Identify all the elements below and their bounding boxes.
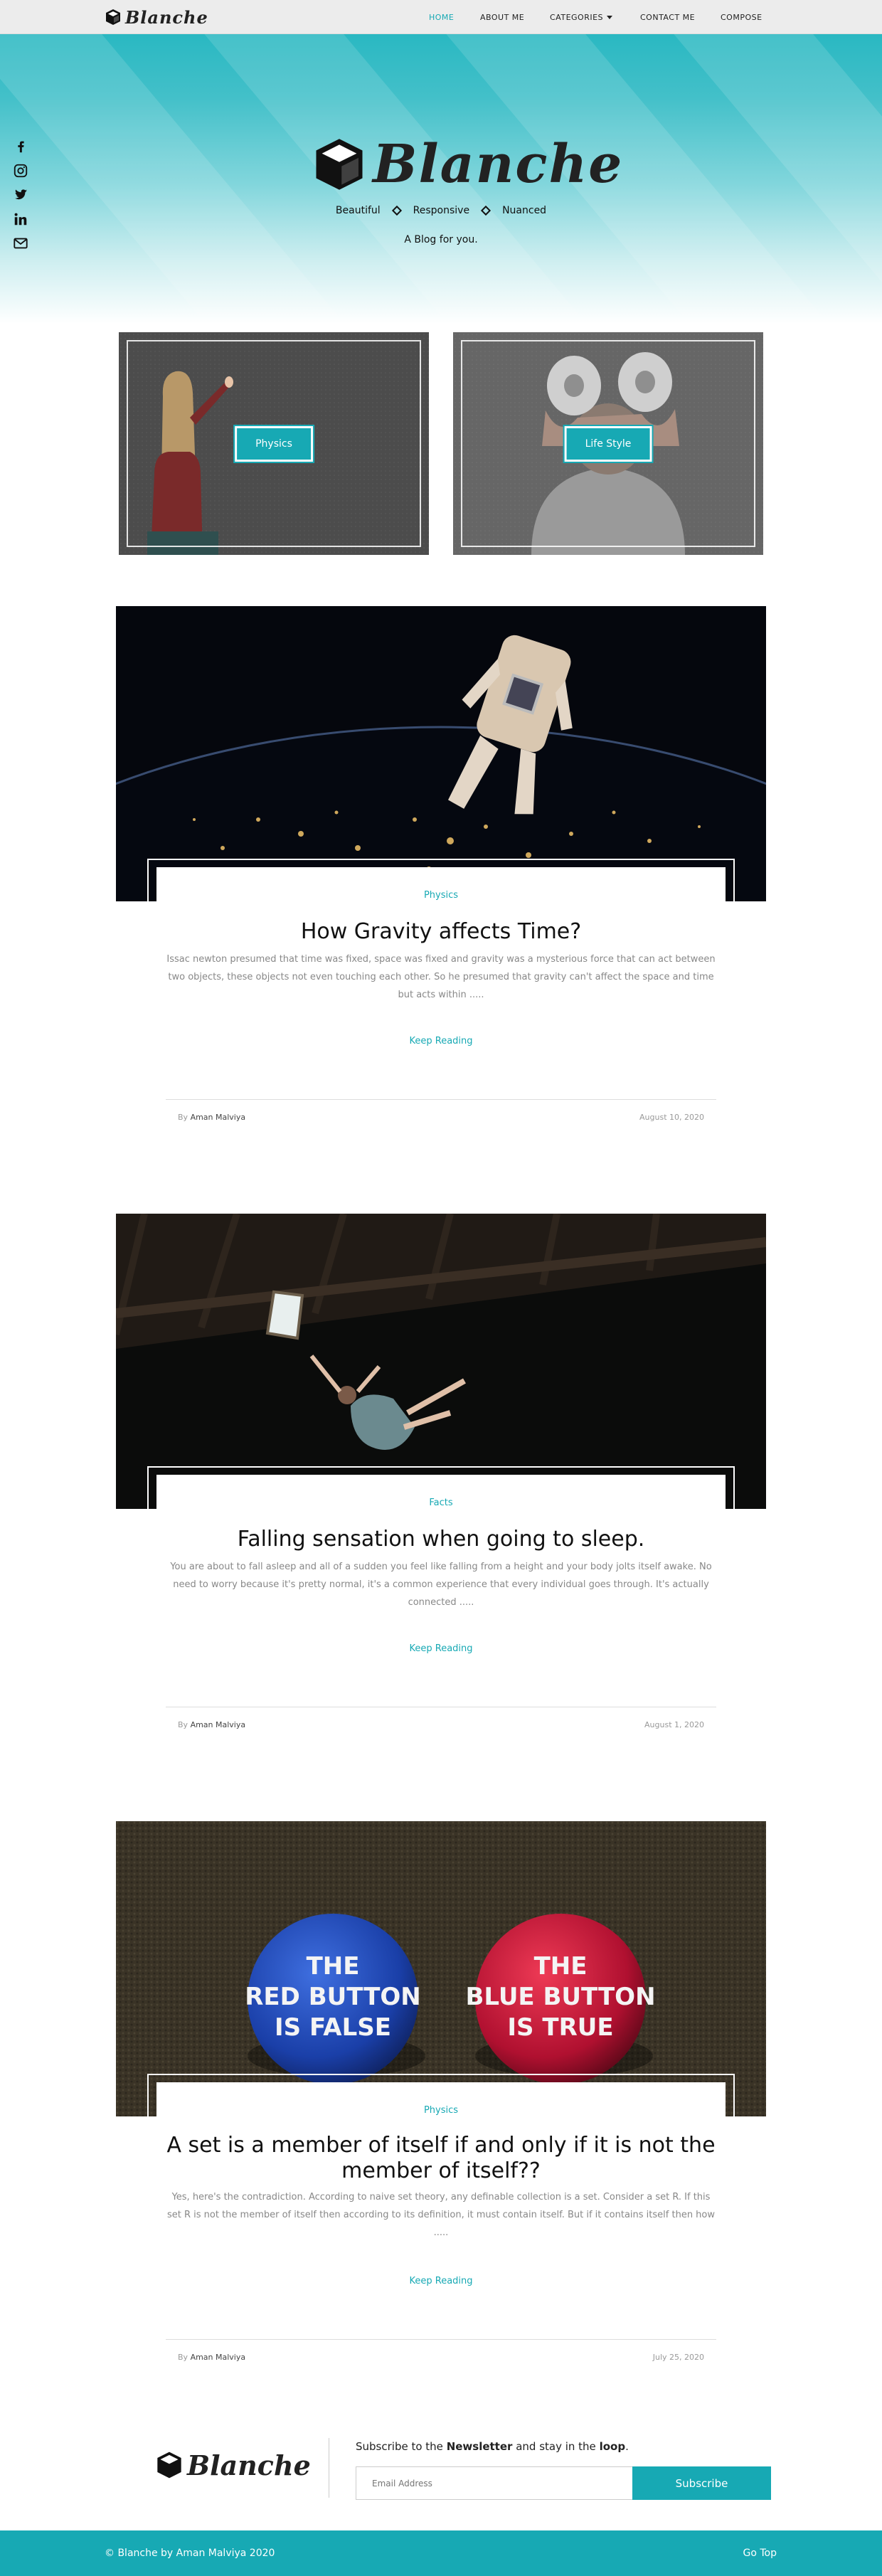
footer-bar: © Blanche by Aman Malviya 2020 Go Top [0, 2530, 882, 2576]
button-text: BLUE BUTTON [465, 1983, 655, 2011]
post-title[interactable]: A set is a member of itself if and only … [156, 2133, 726, 2184]
category-button-lifestyle[interactable]: Life Style [563, 424, 654, 463]
hero-title: Blanche [373, 134, 624, 195]
email-input[interactable] [356, 2466, 633, 2500]
keep-reading-link[interactable]: Keep Reading [370, 1643, 512, 1654]
post-author-prefix: By [178, 1113, 188, 1122]
newsletter-text: Subscribe to the Newsletter and stay in … [356, 2440, 629, 2453]
category-card-physics[interactable]: Physics [119, 332, 429, 555]
button-text: IS TRUE [507, 2013, 613, 2042]
cube-icon [157, 2452, 181, 2479]
footer-logo[interactable]: Blanche [155, 2449, 311, 2481]
post-author-name[interactable]: Aman Malviya [191, 1113, 246, 1122]
post-author: By Aman Malviya [178, 1113, 245, 1122]
facebook-icon[interactable] [13, 139, 28, 154]
cube-icon [316, 139, 363, 190]
brand-logo[interactable]: Blanche [105, 6, 208, 28]
hero-tag: Beautiful [335, 205, 381, 216]
post-author: By Aman Malviya [178, 2353, 245, 2362]
post-category[interactable]: Facts [156, 1498, 726, 1508]
twitter-icon[interactable] [13, 187, 28, 203]
category-button-physics[interactable]: Physics [233, 424, 314, 463]
buttons-image: THE RED BUTTON IS FALSE THE BLUE BUTTON … [116, 1821, 766, 2116]
nav-about[interactable]: ABOUT ME [480, 0, 524, 34]
post-excerpt: You are about to fall asleep and all of … [170, 1562, 712, 1608]
post-author-prefix: By [178, 1720, 188, 1729]
caret-down-icon [607, 15, 613, 19]
hero-tags: Beautiful Responsive Nuanced [327, 205, 555, 216]
button-text: RED BUTTON [245, 1983, 421, 2011]
newsletter-text-bold: Newsletter [446, 2440, 513, 2453]
category-card-lifestyle[interactable]: Life Style [453, 332, 763, 555]
post-author: By Aman Malviya [178, 1720, 245, 1729]
post-category[interactable]: Physics [156, 890, 726, 901]
post-image[interactable]: THE RED BUTTON IS FALSE THE BLUE BUTTON … [116, 1821, 766, 2116]
post-title[interactable]: Falling sensation when going to sleep. [156, 1527, 726, 1552]
brand-name: Blanche [125, 6, 208, 28]
newsletter-text-end: . [625, 2440, 629, 2453]
cube-icon [106, 9, 120, 25]
go-top-link[interactable]: Go Top [743, 2548, 777, 2559]
post-image[interactable] [116, 1214, 766, 1509]
newsletter-text-pre: Subscribe to the [356, 2440, 447, 2453]
nav-contact[interactable]: CONTACT ME [640, 0, 695, 34]
post-date: August 10, 2020 [639, 1113, 704, 1122]
instagram-icon[interactable] [13, 163, 28, 179]
hero-tagline: A Blog for you. [404, 234, 478, 245]
newsletter-text-bold2: loop [599, 2440, 626, 2453]
nav-home[interactable]: HOME [429, 0, 454, 34]
footer-logo-text: Blanche [187, 2449, 311, 2481]
post-excerpt: Yes, here's the contradiction. According… [166, 2192, 716, 2238]
nav-categories[interactable]: CATEGORIES [550, 0, 613, 34]
copyright: © Blanche by Aman Malviya 2020 [105, 2548, 275, 2559]
post-image[interactable] [116, 606, 766, 901]
keep-reading-link[interactable]: Keep Reading [370, 1036, 512, 1046]
post-date: July 25, 2020 [652, 2353, 704, 2362]
post-author-name[interactable]: Aman Malviya [191, 2353, 246, 2362]
navbar: Blanche HOME ABOUT ME CATEGORIES CONTACT… [0, 0, 882, 34]
post-category[interactable]: Physics [156, 2105, 726, 2116]
post-divider [166, 1099, 716, 1100]
nav-compose[interactable]: COMPOSE [721, 0, 763, 34]
hero-tag: Nuanced [502, 205, 547, 216]
linkedin-icon[interactable] [13, 211, 28, 227]
newsletter-text-mid: and stay in the [512, 2440, 600, 2453]
attic-falling-image [116, 1214, 766, 1509]
diamond-icon [391, 205, 402, 216]
post-excerpt: Issac newton presumed that time was fixe… [166, 954, 716, 1000]
subscribe-button[interactable]: Subscribe [632, 2466, 771, 2500]
post-date: August 1, 2020 [644, 1720, 704, 1729]
button-text: THE [534, 1952, 588, 1981]
nav-categories-label: CATEGORIES [550, 12, 604, 22]
post-divider [166, 2339, 716, 2340]
diamond-icon [481, 205, 492, 216]
hero-logo: Blanche [312, 134, 624, 195]
post-author-name[interactable]: Aman Malviya [191, 1720, 246, 1729]
button-text: IS FALSE [275, 2013, 391, 2042]
button-text: THE [307, 1952, 360, 1981]
hero-tag: Responsive [413, 205, 470, 216]
mail-icon[interactable] [13, 235, 28, 251]
earth-astronaut-image [116, 606, 766, 901]
keep-reading-link[interactable]: Keep Reading [370, 2276, 512, 2286]
post-author-prefix: By [178, 2353, 188, 2362]
post-title[interactable]: How Gravity affects Time? [156, 919, 726, 945]
